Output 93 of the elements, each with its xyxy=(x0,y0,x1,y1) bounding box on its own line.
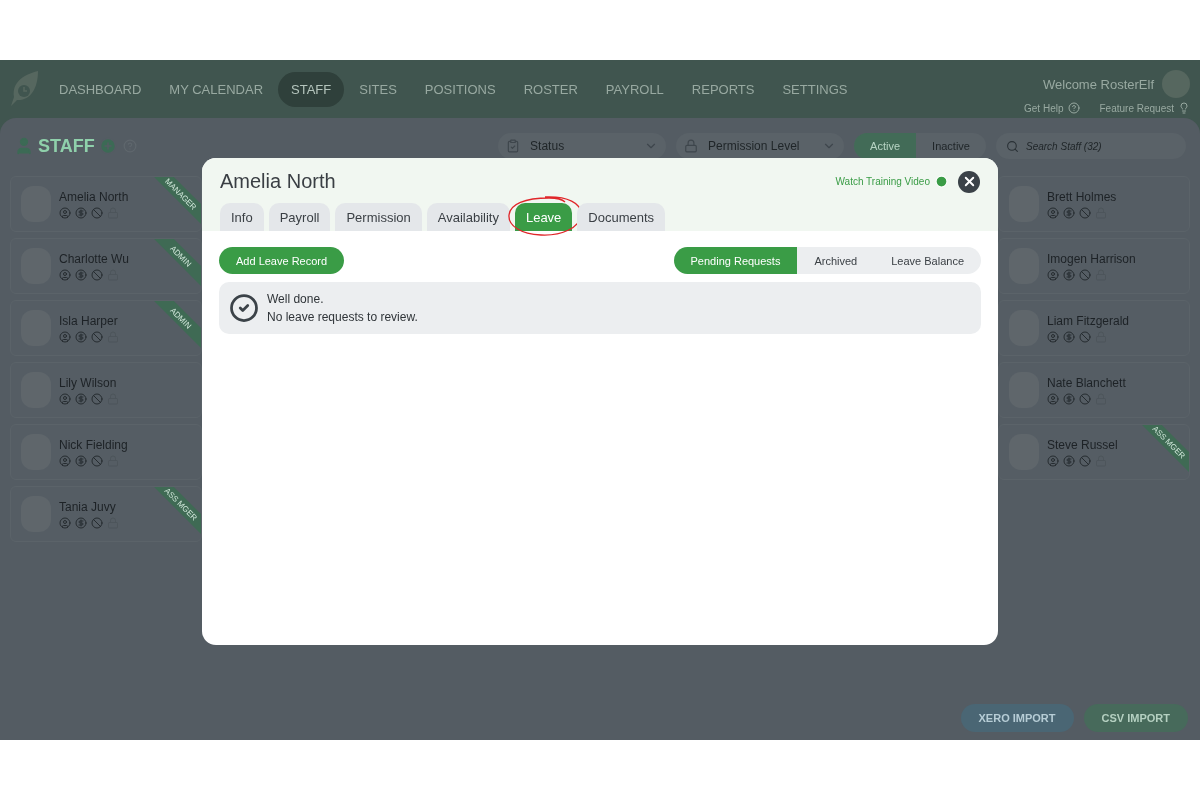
training-video-link[interactable]: Watch Training Video xyxy=(835,175,948,188)
clipboard-icon xyxy=(506,139,521,153)
no-symbol-icon xyxy=(1079,392,1091,405)
staff-card[interactable]: Lily Wilson xyxy=(10,362,202,418)
staff-name: Liam Fitzgerald xyxy=(1047,313,1130,328)
dollar-icon xyxy=(75,268,87,281)
person-icon xyxy=(1047,330,1059,343)
staff-name: Isla Harper xyxy=(59,313,119,328)
no-symbol-icon xyxy=(1079,454,1091,467)
page-title: STAFF xyxy=(38,135,95,157)
staff-name: Tania Juvy xyxy=(59,499,117,514)
tab[interactable]: Permission xyxy=(335,203,422,231)
tab[interactable]: Info xyxy=(220,203,264,231)
check-circle-icon xyxy=(229,293,259,323)
staff-card[interactable]: Nick Fielding xyxy=(10,424,202,480)
nav-item[interactable]: STAFF xyxy=(278,71,345,107)
lock-icon xyxy=(684,139,699,153)
dollar-icon xyxy=(1063,392,1075,405)
person-icon xyxy=(59,516,71,529)
staff-card[interactable]: Liam Fitzgerald xyxy=(998,300,1190,356)
nav-item[interactable]: MY CALENDAR xyxy=(156,71,277,107)
view-toggle[interactable]: Leave Balance xyxy=(874,247,981,274)
dialog-title: Amelia North xyxy=(220,170,336,193)
staff-card[interactable]: Imogen Harrison xyxy=(998,238,1190,294)
person-icon xyxy=(59,206,71,219)
filter-select[interactable]: Permission Level xyxy=(676,133,845,159)
message-text: No leave requests to review. xyxy=(267,310,418,324)
tab[interactable]: Documents xyxy=(577,203,666,231)
staff-name: Steve Russel xyxy=(1047,437,1118,452)
dollar-icon xyxy=(75,330,87,343)
nav-item[interactable]: PAYROLL xyxy=(592,71,677,107)
person-icon xyxy=(59,330,71,343)
staff-name: Nate Blanchett xyxy=(1047,375,1126,390)
person-icon xyxy=(59,268,71,281)
person-icon xyxy=(59,392,71,405)
nav-item[interactable]: POSITIONS xyxy=(411,71,509,107)
nav-item[interactable]: DASHBOARD xyxy=(46,71,155,107)
header-link[interactable]: Get Help xyxy=(1024,102,1080,114)
no-symbol-icon xyxy=(1079,330,1091,343)
view-toggle[interactable]: Archived xyxy=(797,247,875,274)
person-icon xyxy=(1047,392,1059,405)
nav-item[interactable]: SETTINGS xyxy=(769,71,861,107)
staff-name: Brett Holmes xyxy=(1047,189,1117,204)
no-symbol-icon xyxy=(1079,268,1091,281)
tab[interactable]: Availability xyxy=(426,203,510,231)
search-icon xyxy=(1006,139,1019,153)
no-symbol-icon xyxy=(91,392,103,405)
dollar-icon xyxy=(1063,330,1075,343)
no-symbol-icon xyxy=(91,206,103,219)
nav-item[interactable]: ROSTER xyxy=(510,71,591,107)
lightbulb-icon xyxy=(1178,102,1190,114)
dollar-icon xyxy=(75,516,87,529)
staff-card[interactable]: Brett Holmes xyxy=(998,176,1190,232)
view-toggle[interactable]: Pending Requests xyxy=(673,247,798,274)
dollar-icon xyxy=(1063,268,1075,281)
tab[interactable]: Payroll xyxy=(268,203,331,231)
status-toggle[interactable]: Inactive xyxy=(916,133,986,159)
staff-name: Charlotte Wu xyxy=(59,251,129,266)
header-link[interactable]: Feature Request xyxy=(1099,102,1190,114)
person-icon xyxy=(1047,454,1059,467)
no-symbol-icon xyxy=(91,454,103,467)
search-field[interactable]: Search Staff (32) xyxy=(996,133,1186,159)
dollar-icon xyxy=(75,454,87,467)
import-button[interactable]: XERO IMPORT xyxy=(960,704,1074,732)
message-title: Well done. xyxy=(267,292,325,306)
dollar-icon xyxy=(75,206,87,219)
filter-select[interactable]: Status xyxy=(498,133,667,159)
person-icon xyxy=(59,454,71,467)
help-icon xyxy=(1067,102,1080,114)
dollar-icon xyxy=(1063,206,1075,219)
person-icon xyxy=(14,136,34,156)
close-button[interactable] xyxy=(958,170,980,193)
nav-item[interactable]: REPORTS xyxy=(678,71,768,107)
person-icon xyxy=(1047,206,1059,219)
add-icon[interactable] xyxy=(98,137,117,155)
no-symbol-icon xyxy=(91,268,103,281)
no-symbol-icon xyxy=(1079,206,1091,219)
nav-item[interactable]: SITES xyxy=(346,71,410,107)
staff-card[interactable]: Nate Blanchett xyxy=(998,362,1190,418)
status-toggle[interactable]: Active xyxy=(854,133,917,159)
person-icon xyxy=(1047,268,1059,281)
staff-name: Lily Wilson xyxy=(59,375,118,390)
dollar-icon xyxy=(75,392,87,405)
welcome-text: Welcome RosterElf xyxy=(1043,76,1154,92)
no-symbol-icon xyxy=(91,330,103,343)
staff-name: Imogen Harrison xyxy=(1047,251,1136,266)
tab[interactable]: Leave xyxy=(514,203,573,231)
import-button[interactable]: CSV IMPORT xyxy=(1083,704,1188,732)
dollar-icon xyxy=(1063,454,1075,467)
no-symbol-icon xyxy=(91,516,103,529)
staff-name: Nick Fielding xyxy=(59,437,128,452)
add-leave-button[interactable]: Add Leave Record xyxy=(219,247,345,274)
staff-name: Amelia North xyxy=(59,189,129,204)
